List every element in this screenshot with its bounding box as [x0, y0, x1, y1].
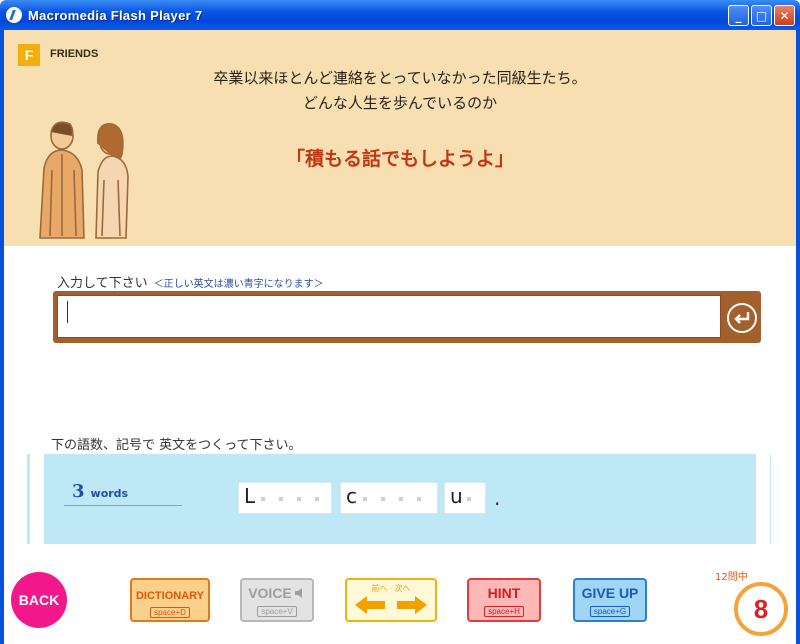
- dictionary-button[interactable]: DICTIONARY space+D: [130, 578, 210, 622]
- section-badge: F: [18, 44, 40, 66]
- input-hint: ＜正しい英文は濃い青字になります＞: [153, 279, 324, 290]
- letter-blanks: [363, 497, 421, 501]
- word-tile-letter: L: [244, 484, 256, 508]
- give-up-shortcut: space+G: [589, 606, 631, 617]
- prev-next-button[interactable]: 前へ · 次へ: [345, 578, 437, 622]
- description-line-2: どんな人生を歩んでいるのか: [302, 94, 498, 112]
- voice-label: VOICE: [242, 585, 312, 601]
- prev-next-labels: 前へ · 次へ: [371, 584, 411, 593]
- voice-shortcut: space+V: [257, 606, 297, 617]
- window-controls: _ □ ✕: [728, 5, 795, 26]
- input-label-text: 入力して下さい: [57, 276, 148, 291]
- word-tile-2: c: [340, 482, 438, 514]
- give-up-button[interactable]: GIVE UP space+G: [573, 578, 647, 622]
- text-caret: [67, 301, 68, 323]
- word-tile-letter: c: [346, 484, 357, 508]
- minimize-button[interactable]: _: [728, 5, 749, 26]
- dictionary-label: DICTIONARY: [135, 590, 205, 602]
- word-tile-letter: u: [450, 484, 463, 508]
- arrows-icon: [355, 596, 427, 614]
- description-line-1: 卒業以来ほとんど連絡をとっていなかった同級生たち。: [213, 69, 587, 87]
- window-frame-right: [796, 30, 800, 644]
- hint-button[interactable]: HINT space+H: [467, 578, 541, 622]
- answer-input[interactable]: [57, 295, 721, 338]
- hint-shortcut: space+H: [484, 606, 524, 617]
- word-tile-3: u: [444, 482, 486, 514]
- answer-input-frame: [53, 291, 761, 343]
- maximize-button[interactable]: □: [751, 5, 772, 26]
- back-button[interactable]: BACK: [11, 572, 67, 628]
- section-title: FRIENDS: [50, 48, 99, 60]
- panel-perforation-right: [756, 454, 770, 544]
- word-count-number: 3: [72, 481, 85, 502]
- word-count: 3 words: [64, 481, 182, 506]
- return-arrow-icon: [734, 312, 750, 324]
- letter-blanks: [261, 497, 319, 501]
- word-count-unit: words: [90, 487, 129, 500]
- flash-app-icon: [6, 7, 22, 23]
- title-bar[interactable]: Macromedia Flash Player 7 _ □ ✕: [0, 0, 800, 30]
- close-button[interactable]: ✕: [774, 5, 795, 26]
- next-label: 次へ: [394, 584, 411, 593]
- two-people-illustration: [39, 121, 129, 239]
- window-title: Macromedia Flash Player 7: [28, 7, 203, 23]
- voice-button[interactable]: VOICE space+V: [240, 578, 314, 622]
- header-scallop-edge: [4, 240, 796, 252]
- sentence-terminator: .: [494, 486, 501, 510]
- dictionary-shortcut: space+D: [150, 607, 190, 618]
- letter-blanks: [467, 497, 471, 501]
- question-number: 8: [734, 582, 788, 636]
- speaker-icon: [294, 588, 302, 598]
- headline-phrase: 「積もる話でもしようよ」: [285, 148, 514, 170]
- voice-label-text: VOICE: [248, 585, 292, 601]
- puzzle-instruction: 下の語数、記号で 英文をつくって下さい。: [51, 438, 302, 453]
- input-label: 入力して下さい ＜正しい英文は濃い青字になります＞: [57, 272, 324, 291]
- submit-button[interactable]: [727, 303, 757, 333]
- word-tile-1: L: [238, 482, 332, 514]
- prev-label: 前へ: [371, 584, 388, 593]
- hint-label: HINT: [487, 585, 521, 601]
- give-up-label: GIVE UP: [581, 585, 639, 601]
- question-total: 12問中: [715, 572, 748, 583]
- panel-perforation-left: [30, 454, 44, 544]
